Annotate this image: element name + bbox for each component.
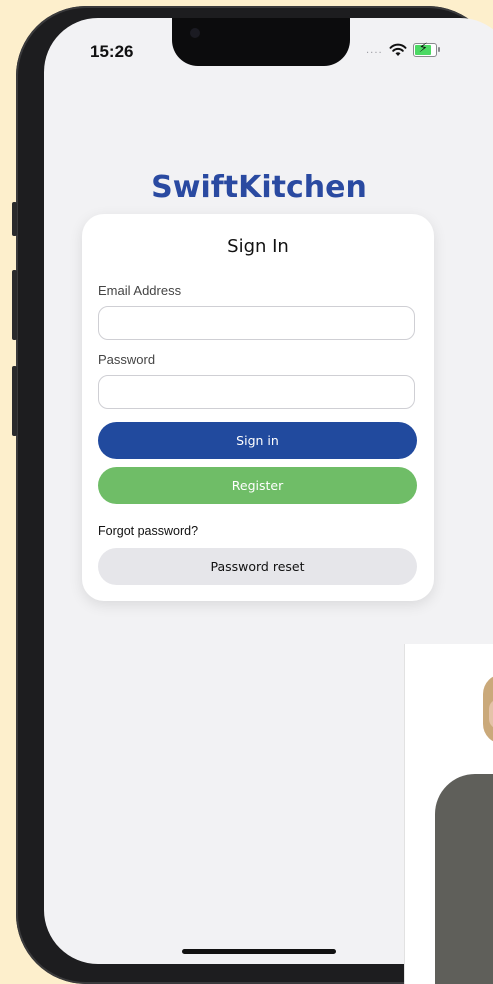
camera-icon [190, 28, 200, 38]
photo-body [435, 774, 493, 984]
sign-in-button[interactable]: Sign in [98, 422, 417, 459]
app-title: SwiftKitchen [151, 170, 367, 205]
battery-charging-icon: ⚡ [412, 41, 440, 57]
password-label: Password [98, 352, 156, 367]
sign-in-title: Sign In [227, 236, 289, 257]
signal-dots: .... [366, 44, 383, 56]
email-label: Email Address [98, 283, 182, 298]
volume-down-button [12, 366, 17, 436]
status-time: 15:26 [90, 42, 134, 61]
action-button [12, 202, 17, 236]
password-reset-button[interactable]: Password reset [98, 548, 417, 585]
charging-bolt-icon: ⚡ [418, 41, 428, 56]
status-icons: .... ⚡ [366, 40, 440, 60]
dynamic-island [172, 18, 350, 66]
person-photo [404, 644, 493, 984]
email-input[interactable] [98, 306, 415, 340]
password-input[interactable] [98, 375, 415, 409]
volume-up-button [12, 270, 17, 340]
home-indicator [182, 949, 336, 954]
register-button[interactable]: Register [98, 467, 417, 504]
wifi-icon [389, 43, 407, 56]
sign-in-card: Sign In Email Address Password Sign in R… [82, 214, 434, 601]
forgot-password-label: Forgot password? [98, 524, 199, 538]
